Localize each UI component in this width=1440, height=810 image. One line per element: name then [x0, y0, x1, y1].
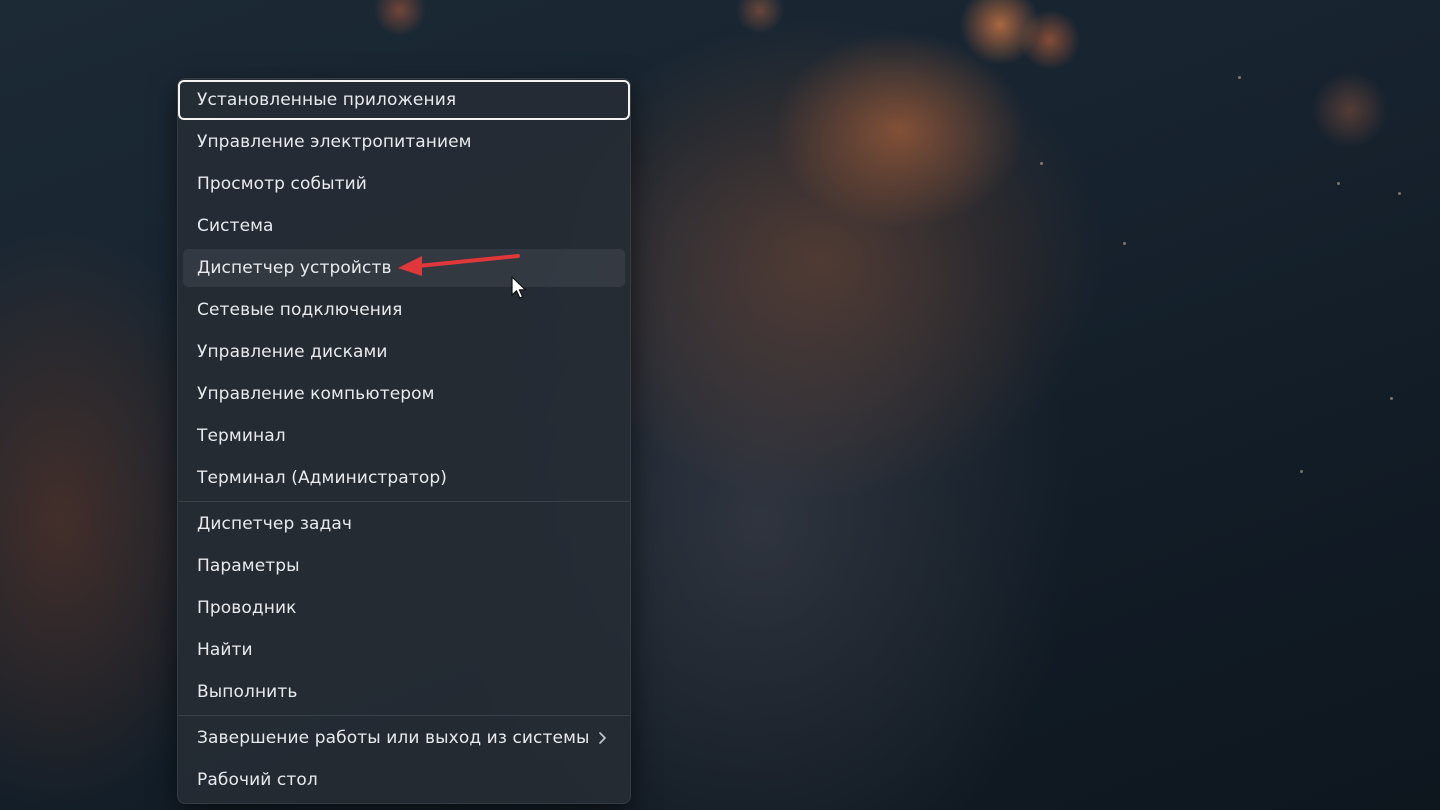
menu-item-power-options[interactable]: Управление электропитанием — [178, 122, 630, 162]
bokeh-speck — [1390, 397, 1393, 400]
bokeh-speck — [1300, 470, 1303, 473]
desktop-wallpaper: Установленные приложения Управление элек… — [0, 0, 1440, 810]
menu-item-computer-management[interactable]: Управление компьютером — [178, 374, 630, 414]
menu-item-label: Завершение работы или выход из системы — [197, 728, 590, 748]
menu-item-label: Управление электропитанием — [197, 132, 472, 152]
menu-item-label: Система — [197, 216, 274, 236]
bokeh-speck — [1337, 182, 1340, 185]
menu-item-label: Терминал (Администратор) — [197, 468, 447, 488]
menu-item-disk-management[interactable]: Управление дисками — [178, 332, 630, 372]
bokeh-speck — [1040, 162, 1043, 165]
mouse-cursor-icon — [511, 276, 526, 299]
red-arrow-icon — [398, 254, 520, 276]
menu-separator — [178, 715, 630, 716]
menu-item-event-viewer[interactable]: Просмотр событий — [178, 164, 630, 204]
menu-item-label: Найти — [197, 640, 253, 660]
menu-item-label: Диспетчер задач — [197, 514, 353, 534]
bokeh-speck — [1398, 192, 1401, 195]
menu-item-label: Терминал — [197, 426, 286, 446]
bokeh-speck — [1123, 242, 1126, 245]
menu-item-label: Установленные приложения — [197, 90, 457, 110]
menu-item-label: Параметры — [197, 556, 300, 576]
menu-item-label: Проводник — [197, 598, 297, 618]
menu-item-network-connections[interactable]: Сетевые подключения — [178, 290, 630, 330]
chevron-right-icon — [599, 732, 606, 744]
menu-item-label: Выполнить — [197, 682, 298, 702]
menu-item-run[interactable]: Выполнить — [178, 672, 630, 712]
menu-item-shutdown-signout[interactable]: Завершение работы или выход из системы — [178, 718, 630, 758]
menu-item-label: Рабочий стол — [197, 770, 318, 790]
menu-item-label: Диспетчер устройств — [197, 258, 392, 278]
menu-separator — [178, 501, 630, 502]
menu-item-label: Просмотр событий — [197, 174, 367, 194]
menu-item-system[interactable]: Система — [178, 206, 630, 246]
menu-item-desktop[interactable]: Рабочий стол — [178, 760, 630, 800]
menu-item-terminal[interactable]: Терминал — [178, 416, 630, 456]
bokeh-speck — [1238, 76, 1241, 79]
menu-item-label: Управление дисками — [197, 342, 388, 362]
menu-item-task-manager[interactable]: Диспетчер задач — [178, 504, 630, 544]
menu-item-search[interactable]: Найти — [178, 630, 630, 670]
menu-item-settings[interactable]: Параметры — [178, 546, 630, 586]
winx-context-menu: Установленные приложения Управление элек… — [177, 78, 631, 804]
menu-item-label: Управление компьютером — [197, 384, 435, 404]
menu-item-terminal-admin[interactable]: Терминал (Администратор) — [178, 458, 630, 498]
menu-item-label: Сетевые подключения — [197, 300, 403, 320]
menu-item-file-explorer[interactable]: Проводник — [178, 588, 630, 628]
menu-item-installed-apps[interactable]: Установленные приложения — [178, 80, 630, 120]
